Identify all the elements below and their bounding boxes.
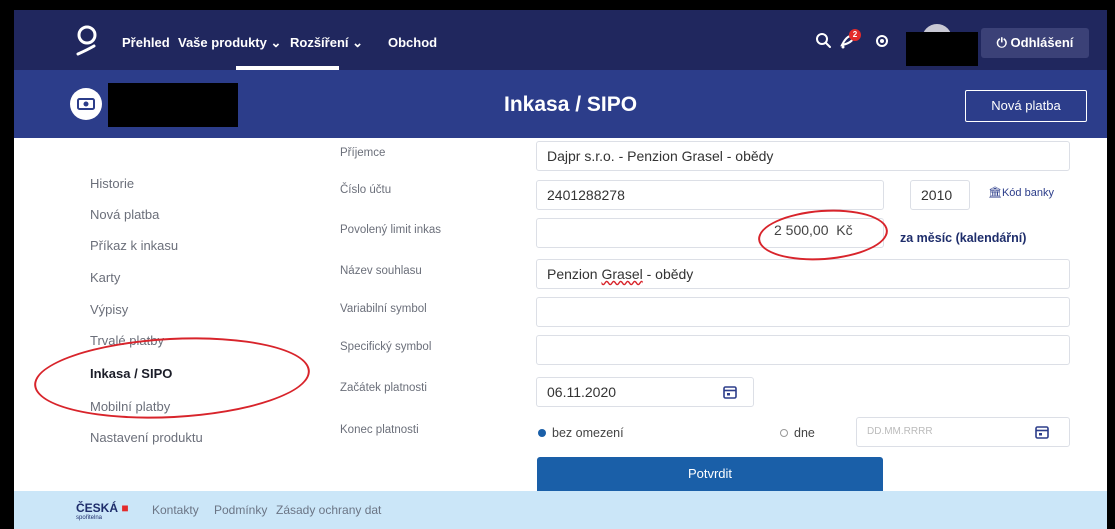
spellcheck-word: Grasel: [601, 266, 643, 282]
nav-item-products[interactable]: Vaše produkty ⌄: [178, 35, 281, 51]
nav-item-shop[interactable]: Obchod: [388, 35, 437, 50]
sidebar-item-direct-debit-order[interactable]: Příkaz k inkasu: [90, 238, 178, 253]
annotation-ellipse-limit: [756, 205, 890, 265]
specific-symbol-label: Specifický symbol: [340, 341, 432, 353]
sidebar-item-product-settings[interactable]: Nastavení produktu: [90, 430, 203, 445]
bank-logo-icon: ■: [121, 501, 129, 515]
product-header: Inkasa / SIPO Nová platba: [14, 70, 1107, 138]
bank-code-link-label: Kód banky: [1001, 187, 1054, 199]
browser-frame: Přehled Vaše produkty ⌄ Rozšíření ⌄ Obch…: [14, 10, 1107, 529]
footer: ČESKÁ ■ spořitelna Kontakty Podmínky Zás…: [14, 491, 1107, 529]
banknote-icon: [70, 88, 102, 120]
brand-logo[interactable]: ČESKÁ ■: [76, 501, 129, 515]
redacted-user-name: [906, 32, 978, 66]
nav-item-extensions[interactable]: Rozšíření ⌄: [290, 35, 363, 51]
recipient-label: Příjemce: [340, 147, 386, 159]
radio-end-date[interactable]: [780, 429, 788, 437]
bank-code-link[interactable]: 🏛Kód banky: [988, 186, 1054, 199]
annotation-ellipse-menu: [32, 330, 312, 426]
sidebar-item-new-payment[interactable]: Nová platba: [90, 207, 159, 222]
consent-suffix: - obědy: [642, 266, 694, 282]
top-navigation: Přehled Vaše produkty ⌄ Rozšíření ⌄ Obch…: [14, 10, 1107, 70]
variable-symbol-input[interactable]: [536, 297, 1070, 327]
page-title: Inkasa / SIPO: [504, 93, 638, 116]
validity-end-label: Konec platnosti: [340, 424, 419, 436]
limit-label: Povolený limit inkas: [340, 224, 441, 236]
chevron-down-icon: ⌄: [270, 35, 282, 50]
account-number-input[interactable]: 2401288278: [536, 180, 884, 210]
george-logo-icon[interactable]: [74, 24, 100, 58]
nav-item-overview[interactable]: Přehled: [122, 35, 170, 50]
account-label: Číslo účtu: [340, 184, 392, 196]
bank-building-icon: 🏛: [988, 187, 1002, 199]
validity-start-label: Začátek platnosti: [340, 382, 427, 394]
calendar-icon[interactable]: [1034, 424, 1050, 440]
confirm-button[interactable]: Potvrdit: [537, 457, 883, 495]
consent-prefix: Penzion: [547, 266, 602, 282]
new-payment-button[interactable]: Nová platba: [965, 90, 1087, 122]
brand-subtitle: spořitelna: [76, 515, 103, 521]
consent-name-input[interactable]: Penzion Grasel - obědy: [536, 259, 1070, 289]
specific-symbol-input[interactable]: [536, 335, 1070, 365]
nav-item-products-label: Vaše produkty: [178, 35, 267, 50]
recipient-input[interactable]: Dajpr s.r.o. - Penzion Grasel - obědy: [536, 141, 1070, 171]
consent-name-label: Název souhlasu: [340, 265, 422, 277]
chevron-down-icon: ⌄: [352, 35, 364, 50]
brand-name: ČESKÁ: [76, 501, 119, 515]
power-icon: ⏻: [996, 35, 1007, 50]
logout-button[interactable]: ⏻ Odhlášení: [981, 28, 1089, 58]
notification-badge: 2: [849, 29, 861, 41]
sidebar-item-history[interactable]: Historie: [90, 176, 134, 191]
calendar-icon[interactable]: [722, 384, 738, 400]
footer-link-terms[interactable]: Podmínky: [214, 503, 267, 517]
radio-unlimited-label: bez omezení: [552, 426, 624, 440]
sidebar-item-statements[interactable]: Výpisy: [90, 302, 128, 317]
logout-label: Odhlášení: [1010, 35, 1074, 50]
sidebar-item-cards[interactable]: Karty: [90, 270, 120, 285]
nav-item-extensions-label: Rozšíření: [290, 35, 349, 50]
radio-end-date-label: dne: [794, 426, 815, 440]
radio-unlimited[interactable]: [538, 429, 546, 437]
footer-link-privacy[interactable]: Zásady ochrany dat: [276, 503, 381, 517]
footer-link-contacts[interactable]: Kontakty: [152, 503, 199, 517]
search-icon[interactable]: [814, 31, 834, 51]
variable-symbol-label: Variabilní symbol: [340, 303, 427, 315]
bank-code-input[interactable]: 2010: [910, 180, 970, 210]
limit-period: za měsíc (kalendářní): [900, 231, 1027, 245]
gear-icon[interactable]: [872, 31, 892, 51]
redacted-account-name: [108, 83, 238, 127]
